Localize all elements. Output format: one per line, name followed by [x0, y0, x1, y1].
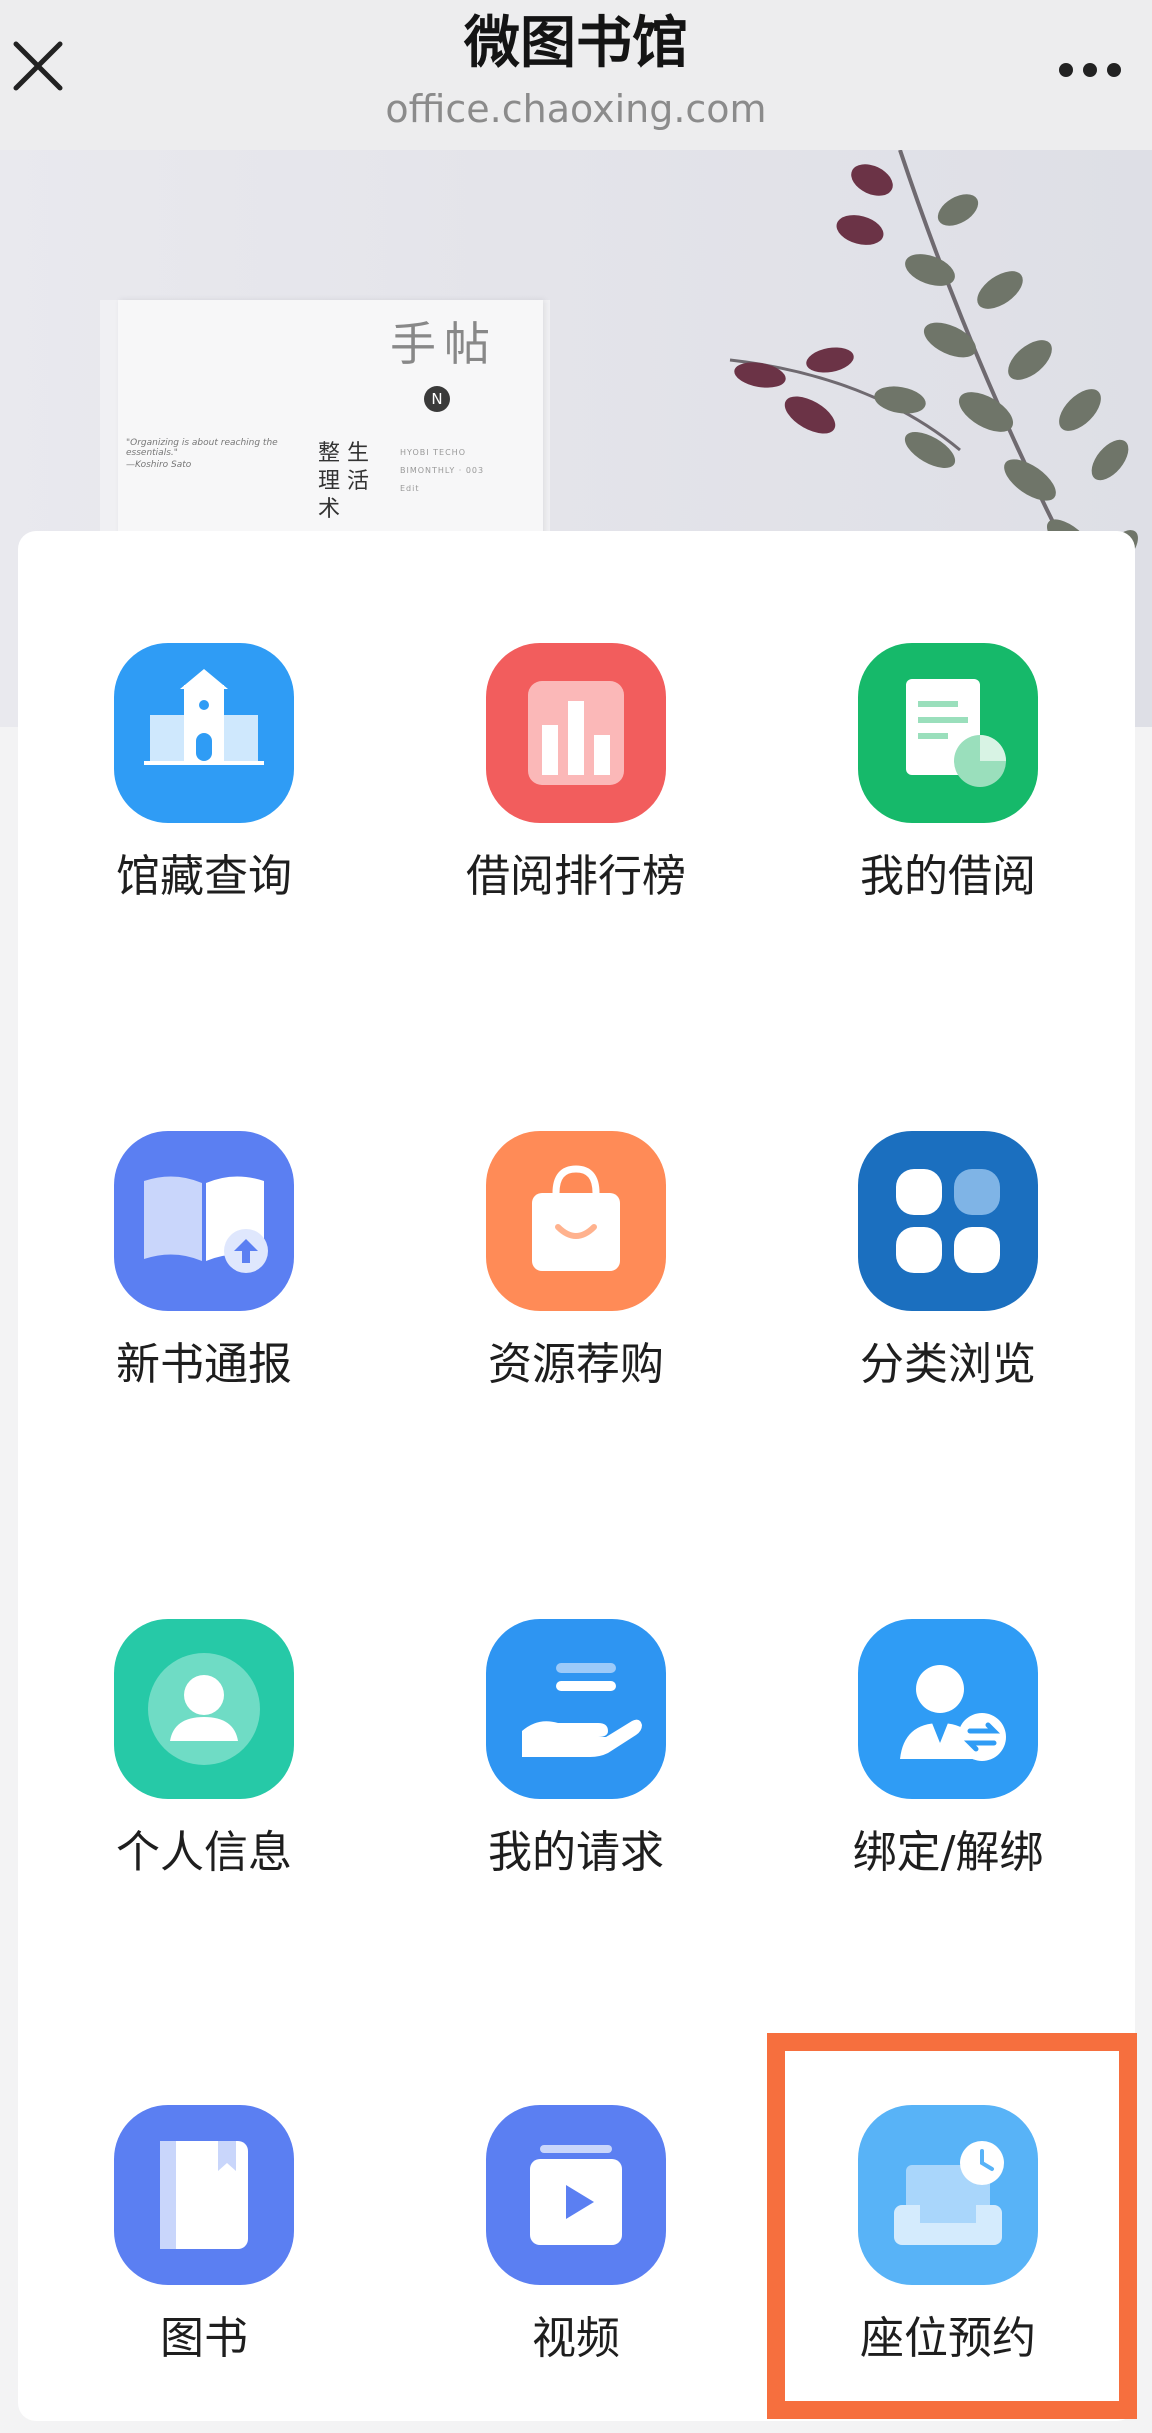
- book-subtitle: 整 生 理 活 术: [318, 441, 369, 522]
- hand-list-icon: [486, 1619, 666, 1799]
- open-book-upload-icon: [114, 1131, 294, 1311]
- menu-item-label: 借阅排行榜: [466, 851, 686, 902]
- menu-item-collection-search[interactable]: 馆藏查询: [18, 643, 390, 943]
- menu-item-label: 个人信息: [116, 1827, 292, 1878]
- menu-item-label: 资源荐购: [488, 1339, 664, 1390]
- menu-item-personal-info[interactable]: 个人信息: [18, 1619, 390, 1919]
- menu-item-borrow-ranking[interactable]: 借阅排行榜: [390, 643, 762, 943]
- top-bar: 微图书馆 office.chaoxing.com: [0, 0, 1152, 150]
- video-play-icon: [486, 2105, 666, 2285]
- user-swap-icon: [858, 1619, 1038, 1799]
- book-icon: [114, 2105, 294, 2285]
- menu-item-label: 绑定/解绑: [852, 1827, 1044, 1878]
- document-pie-icon: [858, 643, 1038, 823]
- menu-item-category-browse[interactable]: 分类浏览: [762, 1131, 1134, 1431]
- menu-item-video[interactable]: 视频: [390, 2105, 762, 2405]
- book-quote: "Organizing is about reaching the essent…: [126, 438, 278, 458]
- book-quote-author: —Koshiro Sato: [126, 460, 192, 470]
- page-url: office.chaoxing.com: [385, 87, 767, 131]
- menu-item-label: 视频: [532, 2313, 620, 2364]
- menu-item-my-requests[interactable]: 我的请求: [390, 1619, 762, 1919]
- menu-item-label: 馆藏查询: [116, 851, 292, 902]
- menu-item-label: 图书: [160, 2313, 248, 2364]
- library-building-icon: [114, 643, 294, 823]
- bar-chart-icon: [486, 643, 666, 823]
- book-mark: N: [424, 386, 450, 412]
- shopping-bag-icon: [486, 1131, 666, 1311]
- menu-item-label: 我的借阅: [860, 851, 1036, 902]
- menu-item-new-books[interactable]: 新书通报: [18, 1131, 390, 1431]
- menu-item-my-borrowing[interactable]: 我的借阅: [762, 643, 1134, 943]
- menu-item-books[interactable]: 图书: [18, 2105, 390, 2405]
- menu-item-label: 新书通报: [116, 1339, 292, 1390]
- user-profile-icon: [114, 1619, 294, 1799]
- book-title: 手帖: [390, 317, 498, 371]
- category-grid-icon: [858, 1131, 1038, 1311]
- menu-item-purchase-recommend[interactable]: 资源荐购: [390, 1131, 762, 1431]
- menu-item-bind-unbind[interactable]: 绑定/解绑: [762, 1619, 1134, 1919]
- highlight-box: [767, 2033, 1137, 2419]
- more-icon[interactable]: [1050, 50, 1130, 90]
- menu-item-label: 我的请求: [488, 1827, 664, 1878]
- menu-item-label: 分类浏览: [860, 1339, 1036, 1390]
- page-title: 微图书馆: [464, 11, 688, 76]
- book-meta: HYOBI TECHO BIMONTHLY · 003 Edit: [400, 448, 485, 493]
